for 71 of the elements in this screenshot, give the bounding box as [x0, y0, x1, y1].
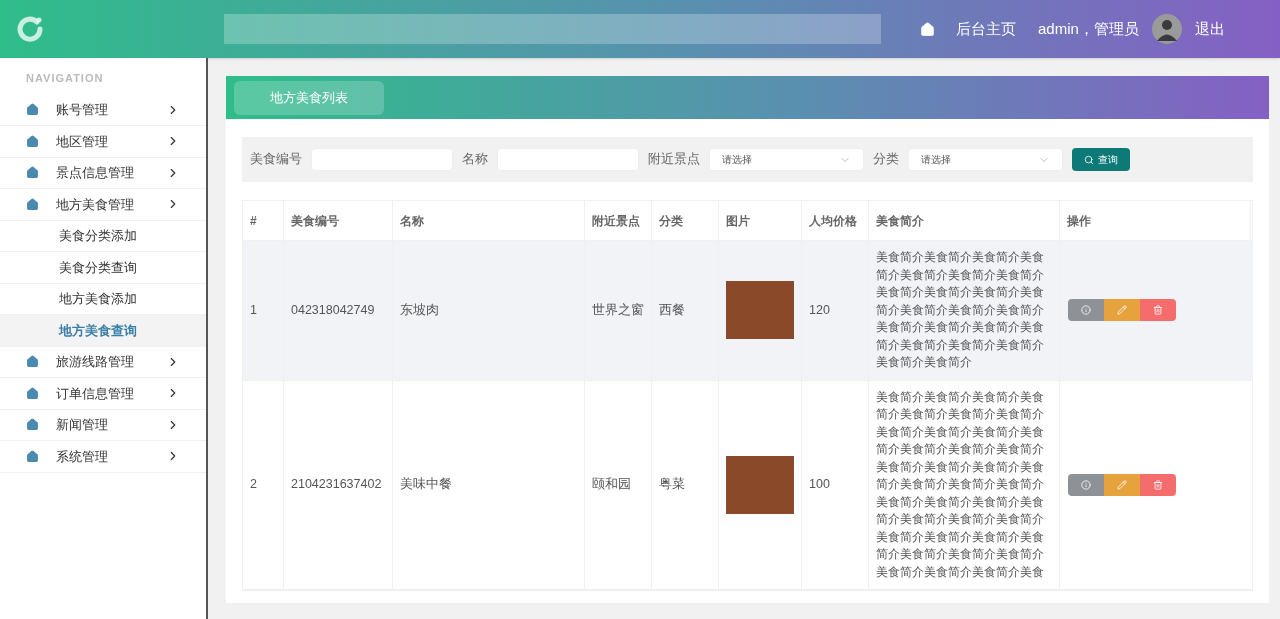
info-button[interactable]: [1068, 299, 1104, 322]
user-name: admin，管理员: [1038, 18, 1139, 39]
filter-label: 名称: [462, 151, 488, 169]
home-icon: [26, 103, 39, 117]
table-cell-text: 100: [809, 476, 830, 494]
table-cell-text: 2: [250, 476, 257, 494]
column-header: 名称: [400, 212, 424, 230]
nav-heading: NAVIGATION: [25, 71, 105, 86]
table-cell-text: 世界之窗: [592, 301, 644, 319]
home-icon: [26, 166, 39, 180]
edit-button[interactable]: [1104, 299, 1140, 322]
table-cell-text: 颐和园: [592, 476, 631, 494]
table-cell-text: 西餐: [659, 301, 685, 319]
column-header: 操作: [1067, 212, 1091, 230]
column-header: 美食简介: [876, 212, 924, 230]
nav-item[interactable]: 订单信息管理: [0, 378, 206, 410]
nav-subitem[interactable]: 美食分类添加: [0, 220, 206, 252]
column-header: #: [250, 212, 257, 230]
select-field[interactable]: 请选择: [908, 148, 1063, 171]
home-icon: [26, 197, 39, 211]
home-icon: [26, 418, 39, 432]
filter-label: 分类: [873, 151, 899, 169]
table-cell-text: 粤菜: [659, 476, 685, 494]
info-button[interactable]: [1068, 473, 1104, 496]
filter-label: 附近景点: [648, 151, 700, 169]
table-cell-text: 美味中餐: [400, 476, 452, 494]
home-icon[interactable]: [920, 21, 935, 37]
avatar-icon[interactable]: [1151, 14, 1182, 44]
column-header: 美食编号: [291, 212, 339, 230]
home-icon: [26, 134, 39, 148]
delete-button[interactable]: [1140, 473, 1176, 496]
nav-item[interactable]: 账号管理: [0, 94, 206, 126]
food-photo-placeholder: [726, 281, 794, 340]
nav-subitem[interactable]: 美食分类查询: [0, 252, 206, 284]
search-button[interactable]: 查询: [1072, 148, 1130, 171]
table-cell-text: 120: [809, 301, 830, 319]
nav-item[interactable]: 地区管理: [0, 126, 206, 158]
info-icon: [1081, 305, 1091, 316]
logout-link[interactable]: 退出: [1194, 17, 1225, 41]
edit-button[interactable]: [1104, 473, 1140, 496]
description-text: 美食简介美食简介美食简介美食简介美食简介美食简介美食简介美食简介美食简介美食简介美食简介美食简介美食简介美食简介美食简介美食简介美食简介美食简介美食简介美食简介美食简介美食简介美食简介: [876, 249, 1045, 371]
logo-icon: [15, 14, 45, 44]
trash-icon: [1153, 479, 1163, 490]
table-cell-text: 2104231637402: [291, 476, 382, 494]
nav-item[interactable]: 系统管理: [0, 441, 206, 473]
info-icon: [1081, 479, 1091, 490]
nav-subitem[interactable]: 地方美食查询: [0, 315, 206, 347]
nav-item[interactable]: 景点信息管理: [0, 157, 206, 189]
home-link[interactable]: 后台主页: [956, 17, 1016, 41]
select-field[interactable]: 请选择: [709, 148, 864, 171]
delete-button[interactable]: [1140, 299, 1176, 322]
column-header: 分类: [659, 212, 683, 230]
nav-item[interactable]: 地方美食管理: [0, 189, 206, 221]
trash-icon: [1153, 305, 1163, 316]
table-cell-text: 1: [250, 301, 257, 319]
column-header: 人均价格: [809, 212, 857, 230]
pencil-icon: [1117, 479, 1127, 490]
table-cell-text: 042318042749: [291, 301, 375, 319]
description-text: 美食简介美食简介美食简介美食简介美食简介美食简介美食简介美食简介美食简介美食简介美食简介美食简介美食简介美食简介美食简介美食简介美食简介美食简介美食简介美食简介美食简介美食简介美食简介美食简介美食简介美食简介美食简介美食简介美食简介美食简介美食简介美食简介美食简介美食简介美食简介美食简介美食简介美食简介美食: [876, 388, 1045, 581]
pencil-icon: [1117, 305, 1127, 316]
home-icon: [26, 449, 39, 463]
nav-item[interactable]: 旅游线路管理: [0, 346, 206, 378]
nav-item[interactable]: 新闻管理: [0, 409, 206, 441]
column-header: 附近景点: [592, 212, 640, 230]
home-icon: [26, 386, 39, 400]
food-photo-placeholder: [726, 455, 794, 514]
home-icon: [26, 355, 39, 369]
table-cell-text: 东坡肉: [400, 301, 439, 319]
column-header: 图片: [726, 212, 750, 230]
filter-label: 美食编号: [250, 151, 302, 169]
search-icon: [1084, 154, 1094, 165]
